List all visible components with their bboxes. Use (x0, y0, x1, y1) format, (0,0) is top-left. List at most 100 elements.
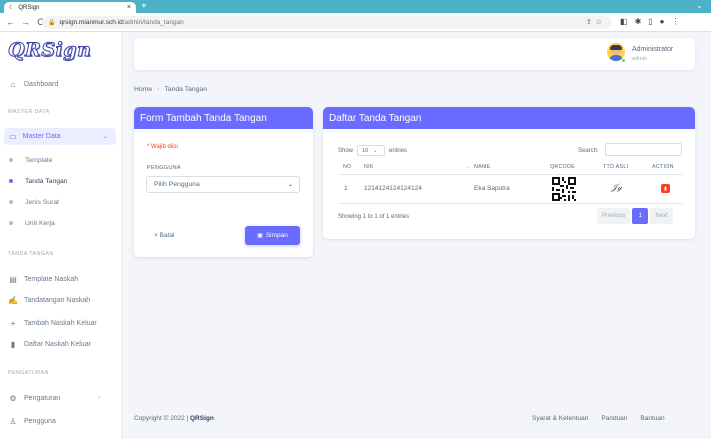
footer-brand[interactable]: QRSign (190, 415, 214, 422)
next-page-button[interactable]: Next (650, 208, 673, 224)
sidebar-item-label: Template (25, 156, 53, 164)
bullet-icon (9, 200, 13, 204)
cell-name: Eka Saputra (474, 185, 510, 192)
select-value: Pilih Pengguna (154, 181, 200, 188)
file-icon: ▮ (10, 339, 16, 349)
footer-links: Syarat & Ketentuan Panduan Bantuan (532, 415, 665, 422)
pengguna-label: PENGGUNA (147, 165, 181, 171)
menu-icon[interactable]: ⋮ (672, 17, 680, 26)
top-navbar: Administrator admin (134, 38, 695, 70)
lock-icon: 🔒 (48, 20, 56, 26)
sidebar-item-label: Template Naskah (24, 275, 79, 283)
section-header-master: MASTER DATA (8, 109, 50, 115)
sidebar-item-master-data[interactable]: ▭ Master Data ⌄ (4, 128, 116, 145)
sidebar-item-label: Pengaturan (24, 394, 61, 402)
online-status-dot (621, 58, 626, 63)
sidebar-subitem-template[interactable]: Template (9, 154, 53, 166)
user-name[interactable]: Administrator (632, 46, 673, 53)
sidebar-item-label: Tambah Naskah Keluar (24, 319, 97, 327)
tab-search-icon[interactable]: ⌄ (696, 1, 703, 10)
page-length-select[interactable]: 10 ⌄ (357, 145, 386, 156)
signature-image: 𝒥ℊ (611, 182, 623, 192)
sort-icon: ⌄ (466, 164, 471, 170)
previous-page-button[interactable]: Previous (597, 208, 631, 224)
page-length-control: Show 10 ⌄ entries (338, 145, 407, 156)
forward-button[interactable]: → (21, 17, 30, 27)
sidebar-item-label: Pengguna (24, 417, 56, 425)
page-button[interactable]: 1 (632, 208, 649, 224)
required-note: * Wajib diisi (147, 144, 178, 150)
favicon-icon: ☾ (9, 5, 15, 11)
footer-link-guide[interactable]: Panduan (601, 415, 627, 422)
row-divider (338, 203, 683, 204)
bullet-icon (9, 221, 13, 225)
breadcrumb-home[interactable]: Home (134, 86, 152, 93)
header-divider (338, 174, 683, 175)
delete-button[interactable]: ▮ (661, 184, 670, 193)
sidebar-item-daftar-naskah-keluar[interactable]: ▮ Daftar Naskah Keluar (8, 336, 91, 352)
address-bar: ← → C 🔒 qrsign.mianmur.sch.id/admin/tand… (0, 13, 711, 32)
bullet-icon (9, 158, 13, 162)
footer-link-terms[interactable]: Syarat & Ketentuan (532, 415, 588, 422)
extension-icons: ◧ ✱ ▯ ● ⋮ (620, 17, 680, 26)
cell-no: 1 (344, 185, 348, 192)
trash-icon: ▮ (664, 185, 667, 192)
profile-icon[interactable]: ● (660, 17, 665, 26)
form-card: Form Tambah Tanda Tangan * Wajib diisi P… (134, 107, 313, 257)
sidebar-item-tandatangan-naskah[interactable]: ✍ Tandatangan Naskah (8, 292, 90, 308)
bullet-icon (9, 179, 13, 183)
pengguna-select[interactable]: Pilih Pengguna ⌄ (146, 176, 300, 193)
sidebar-subitem-jenis-surat[interactable]: Jenis Surat (9, 196, 59, 208)
close-tab-icon[interactable]: × (127, 4, 131, 11)
sidebar-item-label: Tandatangan Naskah (24, 296, 91, 304)
sidebar-item-pengaturan[interactable]: ⚙ Pengaturan › (8, 390, 114, 406)
sidebar-item-label: Unit Kerja (25, 219, 55, 227)
column-header-action[interactable]: ACTION (652, 164, 674, 170)
sidebar-subitem-unit-kerja[interactable]: Unit Kerja (9, 217, 55, 229)
cell-nik: 1214124124124124 (364, 185, 422, 192)
sidebar-item-tambah-naskah-keluar[interactable]: + Tambah Naskah Keluar (8, 315, 97, 331)
sidepanel-icon[interactable]: ▯ (648, 17, 652, 26)
list-card-title: Daftar Tanda Tangan (323, 107, 695, 129)
column-header-ttd-asli[interactable]: TTD ASLI (603, 164, 628, 170)
new-tab-button[interactable]: + (141, 1, 147, 12)
sidebar-item-template-naskah[interactable]: ▤ Template Naskah (8, 271, 78, 287)
column-header-nik[interactable]: NIK (364, 164, 374, 170)
footer-copyright: Copyright © 2022 | QRSign (134, 415, 214, 422)
chevron-right-icon: › (98, 395, 100, 401)
app-logo[interactable]: QRSign (7, 39, 91, 62)
sidebar-item-label: Jenis Surat (25, 198, 60, 206)
pagination: Previous 1 Next (597, 208, 673, 224)
sidebar-item-dashboard[interactable]: ⌂ Dashboard (8, 76, 59, 92)
column-header-qrcode[interactable]: QRCODE (550, 164, 575, 170)
list-card: Daftar Tanda Tangan Show 10 ⌄ entries Se… (323, 107, 695, 239)
qrcode-image (552, 177, 576, 201)
breadcrumb-current: Tanda Tangan (164, 86, 207, 93)
footer-link-help[interactable]: Bantuan (640, 415, 664, 422)
save-button[interactable]: ▣ Simpan (245, 226, 300, 245)
breadcrumb: Home › Tanda Tangan (134, 86, 207, 93)
url-path: /admin/tanda_tangan (122, 19, 184, 26)
sidebar-item-pengguna[interactable]: ♙ Pengguna (8, 413, 56, 429)
back-button[interactable]: ← (6, 17, 15, 27)
search-input[interactable] (605, 143, 682, 156)
sidebar-item-label: Tanda Tangan (25, 177, 68, 185)
chevron-down-icon: ⌄ (102, 134, 108, 140)
sidebar-subitem-tanda-tangan[interactable]: Tanda Tangan (9, 175, 68, 187)
column-header-no[interactable]: NO (343, 164, 352, 170)
close-icon: × (154, 232, 158, 239)
form-card-title: Form Tambah Tanda Tangan (134, 107, 313, 129)
omnibox-icons[interactable]: ⇪☆ (586, 18, 606, 26)
cancel-button[interactable]: × Batal (154, 232, 174, 239)
table-info: Showing 1 to 1 of 1 entries (338, 214, 410, 220)
url-field[interactable]: 🔒 qrsign.mianmur.sch.id/admin/tanda_tang… (42, 16, 612, 29)
browser-tab[interactable]: ☾ QRSign × (4, 2, 136, 13)
chevron-down-icon: ⌄ (373, 147, 378, 154)
document-icon: ▤ (9, 274, 17, 284)
column-header-name[interactable]: NAME (474, 164, 491, 170)
user-role: admin (632, 56, 647, 62)
extension-icon[interactable]: ◧ (620, 17, 628, 26)
sidebar: QRSign ⌂ Dashboard MASTER DATA ▭ Master … (0, 32, 122, 439)
browser-tab-bar: ☾ QRSign × + ⌄ (0, 0, 711, 13)
puzzle-icon[interactable]: ✱ (635, 17, 642, 26)
